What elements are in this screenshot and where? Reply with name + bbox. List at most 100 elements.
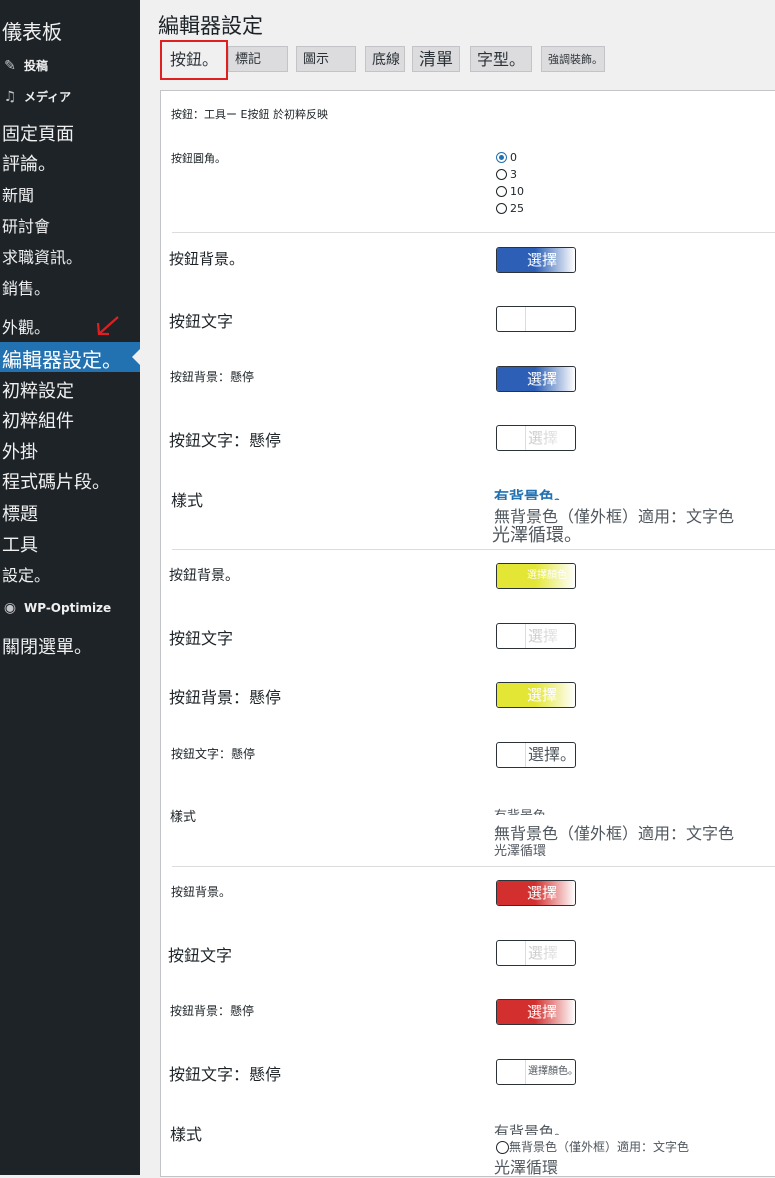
- g3-style-opt-shine[interactable]: 光澤循環: [494, 1154, 558, 1178]
- pick-label: 選擇: [525, 881, 575, 905]
- tab-list[interactable]: 清單: [412, 46, 460, 72]
- g3-text-hover-label: 按鈕文字：懸停: [169, 1065, 282, 1084]
- menu-plugins[interactable]: 外掛: [2, 438, 38, 464]
- pick-label: 選擇顏色。: [528, 1066, 575, 1077]
- radius-label: 按鈕圓角。: [171, 152, 226, 165]
- pick-label: 選擇: [528, 627, 559, 645]
- menu-code-snippets[interactable]: 程式碼片段。: [2, 468, 110, 494]
- color-swatch: [497, 1000, 525, 1024]
- pick-label: 選擇: [525, 248, 575, 272]
- color-swatch: [497, 1060, 526, 1084]
- g1-text-hover-color-picker[interactable]: 選擇: [496, 425, 576, 451]
- g1-text-color-picker[interactable]: [496, 306, 576, 332]
- annotation-arrow-icon: [96, 316, 119, 336]
- media-icon: ♫: [3, 88, 17, 105]
- g2-bg-hover-color-picker[interactable]: 選擇: [496, 682, 576, 708]
- menu-wp-optimize-label: WP-Optimize: [24, 601, 112, 615]
- pick-label: 選擇: [528, 944, 559, 962]
- menu-posts[interactable]: ✎ 投稿: [2, 57, 48, 74]
- g2-bg-hover-label: 按鈕背景：懸停: [169, 688, 282, 707]
- menu-comments[interactable]: 評論。: [2, 150, 56, 176]
- page-title: 編輯器設定: [158, 14, 263, 38]
- g3-bg-color-picker[interactable]: 選擇: [496, 880, 576, 906]
- menu-seminar[interactable]: 研討會: [2, 213, 50, 237]
- g3-style-opt-bg[interactable]: 有背景色。: [494, 1121, 569, 1135]
- tab-emphasis[interactable]: 強調裝飾。: [541, 46, 605, 72]
- radio-dot: [496, 169, 507, 180]
- g1-style-opt-shine[interactable]: 光澤循環。: [492, 521, 582, 547]
- menu-initial-blocks[interactable]: 初粹組件: [2, 407, 74, 433]
- menu-news[interactable]: 新聞: [2, 182, 34, 206]
- color-swatch: [497, 426, 526, 450]
- wp-optimize-icon: ◉: [3, 600, 17, 616]
- radius-radio-10[interactable]: 10: [496, 185, 524, 198]
- menu-dashboard[interactable]: 儀表板: [2, 16, 62, 45]
- color-swatch: [497, 367, 525, 391]
- radio-dot: [496, 1141, 509, 1154]
- radius-radio-3[interactable]: 3: [496, 168, 517, 181]
- tab-marker[interactable]: 標記: [228, 46, 288, 72]
- color-swatch: [497, 624, 526, 648]
- g1-bg-color-picker[interactable]: 選擇: [496, 247, 576, 273]
- tab-font[interactable]: 字型。: [470, 46, 532, 72]
- pin-icon: ✎: [4, 57, 16, 74]
- g2-text-hover-label: 按鈕文字：懸停: [171, 747, 256, 761]
- menu-sales[interactable]: 銷售。: [2, 275, 50, 299]
- g1-text-hover-label: 按鈕文字：懸停: [169, 431, 282, 450]
- g2-text-label: 按鈕文字: [169, 629, 234, 648]
- g1-style-label: 樣式: [171, 491, 204, 510]
- g3-text-color-picker[interactable]: 選擇: [496, 940, 576, 966]
- radius-radio-0[interactable]: 0: [496, 151, 517, 164]
- radio-label: 3: [510, 168, 517, 181]
- g3-text-label: 按鈕文字: [168, 946, 233, 965]
- admin-sidebar: 儀表板 ✎ 投稿 ♫ メディア 固定頁面 評論。 新聞 研討會 求職資訊。 銷售…: [0, 0, 140, 1175]
- panel-description: 按鈕：工具ー E按鈕 於初粹反映: [171, 108, 328, 121]
- g1-style-opt-bg[interactable]: 有背景色。: [494, 486, 569, 500]
- pick-label: 選擇: [528, 429, 559, 447]
- pick-label: 選擇顏色: [525, 564, 575, 588]
- color-swatch: [497, 941, 526, 965]
- menu-settings[interactable]: 設定。: [2, 562, 50, 586]
- g2-style-opt-bg[interactable]: 有背景色。: [494, 805, 559, 815]
- g2-text-color-picker[interactable]: 選擇: [496, 623, 576, 649]
- tab-button[interactable]: 按鈕。: [160, 40, 229, 80]
- style-opt-label: 無背景色（僅外框）適用：文字色: [509, 1140, 690, 1154]
- g1-bg-hover-label: 按鈕背景：懸停: [170, 370, 255, 384]
- menu-tools[interactable]: 工具: [2, 531, 38, 557]
- g3-text-hover-color-picker[interactable]: 選擇顏色。: [496, 1059, 576, 1085]
- menu-close[interactable]: 關閉選單。: [2, 633, 92, 659]
- tab-underline[interactable]: 底線: [365, 46, 405, 72]
- g3-bg-hover-label: 按鈕背景：懸停: [170, 1004, 255, 1018]
- menu-media-label: メディア: [24, 90, 72, 104]
- menu-pages[interactable]: 固定頁面: [2, 120, 74, 146]
- tab-icon[interactable]: 圖示: [296, 46, 356, 72]
- radio-label: 10: [510, 185, 524, 198]
- menu-editor-settings[interactable]: 編輯器設定。: [2, 344, 122, 373]
- radio-dot: [496, 152, 507, 163]
- g1-bg-hover-color-picker[interactable]: 選擇: [496, 366, 576, 392]
- menu-titles[interactable]: 標題: [2, 500, 38, 526]
- menu-initial-settings[interactable]: 初粹設定: [2, 377, 74, 403]
- g2-style-label: 樣式: [170, 810, 197, 825]
- menu-jobs[interactable]: 求職資訊。: [2, 244, 82, 268]
- color-swatch: [497, 307, 526, 331]
- menu-media[interactable]: ♫ メディア: [2, 88, 71, 105]
- g3-style-opt-outline[interactable]: 無背景色（僅外框）適用：文字色: [496, 1138, 689, 1155]
- color-swatch: [497, 248, 525, 272]
- radio-label: 25: [510, 202, 524, 215]
- g2-text-hover-color-picker[interactable]: 選擇。: [496, 742, 576, 768]
- menu-appearance[interactable]: 外觀。: [2, 314, 50, 338]
- g3-bg-label: 按鈕背景。: [171, 885, 232, 899]
- g2-bg-color-picker[interactable]: 選擇顏色: [496, 563, 576, 589]
- radio-dot: [496, 203, 507, 214]
- g1-text-label: 按鈕文字: [169, 312, 234, 331]
- g2-style-opt-shine[interactable]: 光澤循環: [494, 840, 546, 859]
- section-divider: [172, 549, 775, 550]
- radius-radio-25[interactable]: 25: [496, 202, 524, 215]
- g1-bg-label: 按鈕背景。: [169, 250, 245, 268]
- pick-label: [526, 307, 575, 331]
- menu-wp-optimize[interactable]: ◉ WP-Optimize: [2, 600, 111, 616]
- pick-label: 選擇: [525, 683, 575, 707]
- color-swatch: [497, 743, 526, 767]
- g3-bg-hover-color-picker[interactable]: 選擇: [496, 999, 576, 1025]
